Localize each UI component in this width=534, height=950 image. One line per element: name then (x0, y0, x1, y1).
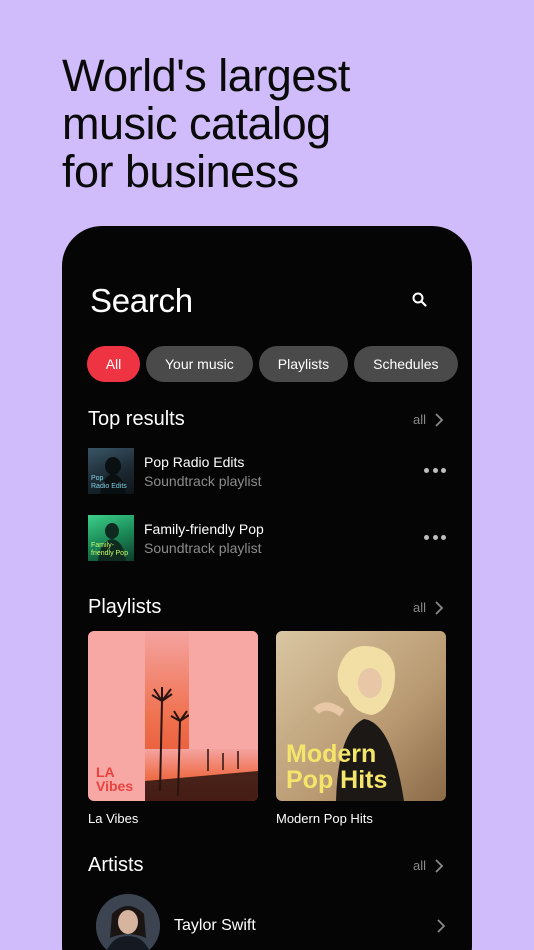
headline-line-3: for business (62, 146, 299, 197)
playlist-card[interactable]: Modern Pop Hits Modern Pop Hits (276, 631, 446, 826)
playlist-label: La Vibes (88, 811, 139, 826)
playlists-header: Playlists all (88, 596, 444, 619)
headline: World's largest music catalog for busine… (62, 52, 482, 196)
playlists-see-all[interactable]: all (413, 600, 444, 616)
chevron-right-icon (435, 858, 444, 873)
avatar (96, 894, 160, 950)
cover-text: LA Vibes (96, 764, 134, 794)
top-results-header: Top results all (88, 408, 444, 431)
playlists-title: Playlists (88, 596, 162, 618)
chevron-right-icon (435, 412, 444, 427)
chip-all[interactable]: All (87, 346, 140, 382)
see-all-label: all (412, 412, 426, 427)
result-subtitle: Soundtrack playlist (144, 472, 262, 489)
artist-name: Taylor Swift (174, 917, 256, 934)
result-title: Family-friendly Pop (144, 520, 264, 537)
top-results-see-all[interactable]: all (413, 412, 444, 428)
headline-line-2: music catalog (62, 98, 331, 149)
top-results-title: Top results (88, 408, 185, 430)
chip-playlists[interactable]: Playlists (258, 346, 349, 382)
page-title: Search (90, 282, 193, 319)
headline-line-1: World's largest (62, 50, 350, 101)
result-thumbnail: Family- friendly Pop (88, 515, 134, 561)
see-all-label: all (412, 600, 426, 615)
result-row[interactable]: Family- friendly Pop Family-friendly Pop… (88, 515, 446, 561)
playlist-label: Modern Pop Hits (276, 811, 373, 826)
result-subtitle: Soundtrack playlist (144, 539, 262, 556)
chevron-right-icon (435, 600, 444, 615)
chip-your-music[interactable]: Your music (146, 346, 253, 382)
artists-header: Artists all (88, 854, 444, 877)
search-button[interactable] (410, 290, 430, 310)
chip-schedules[interactable]: Schedules (354, 346, 458, 382)
result-row[interactable]: Pop Radio Edits Pop Radio Edits Soundtra… (88, 448, 446, 494)
thumb-text: Pop Radio Edits (91, 475, 127, 490)
artists-title: Artists (88, 854, 144, 876)
playlist-card[interactable]: LA Vibes La Vibes (88, 631, 258, 826)
more-options-icon[interactable] (424, 535, 446, 541)
result-title: Pop Radio Edits (144, 453, 245, 470)
artist-row[interactable]: Taylor Swift (96, 894, 446, 950)
more-options-icon[interactable] (424, 468, 446, 474)
see-all-label: all (412, 858, 426, 873)
cover-text: Modern Pop Hits (286, 740, 388, 794)
playlist-cover: Modern Pop Hits (276, 631, 446, 801)
search-icon (412, 292, 427, 307)
chevron-right-icon (437, 919, 446, 933)
phone-screen: Search All Your music Playlists Schedule… (62, 226, 472, 950)
thumb-text: Family- friendly Pop (91, 542, 128, 557)
artists-see-all[interactable]: all (413, 858, 444, 874)
playlist-cover: LA Vibes (88, 631, 258, 801)
filter-chips: All Your music Playlists Schedules (87, 346, 458, 382)
result-thumbnail: Pop Radio Edits (88, 448, 134, 494)
